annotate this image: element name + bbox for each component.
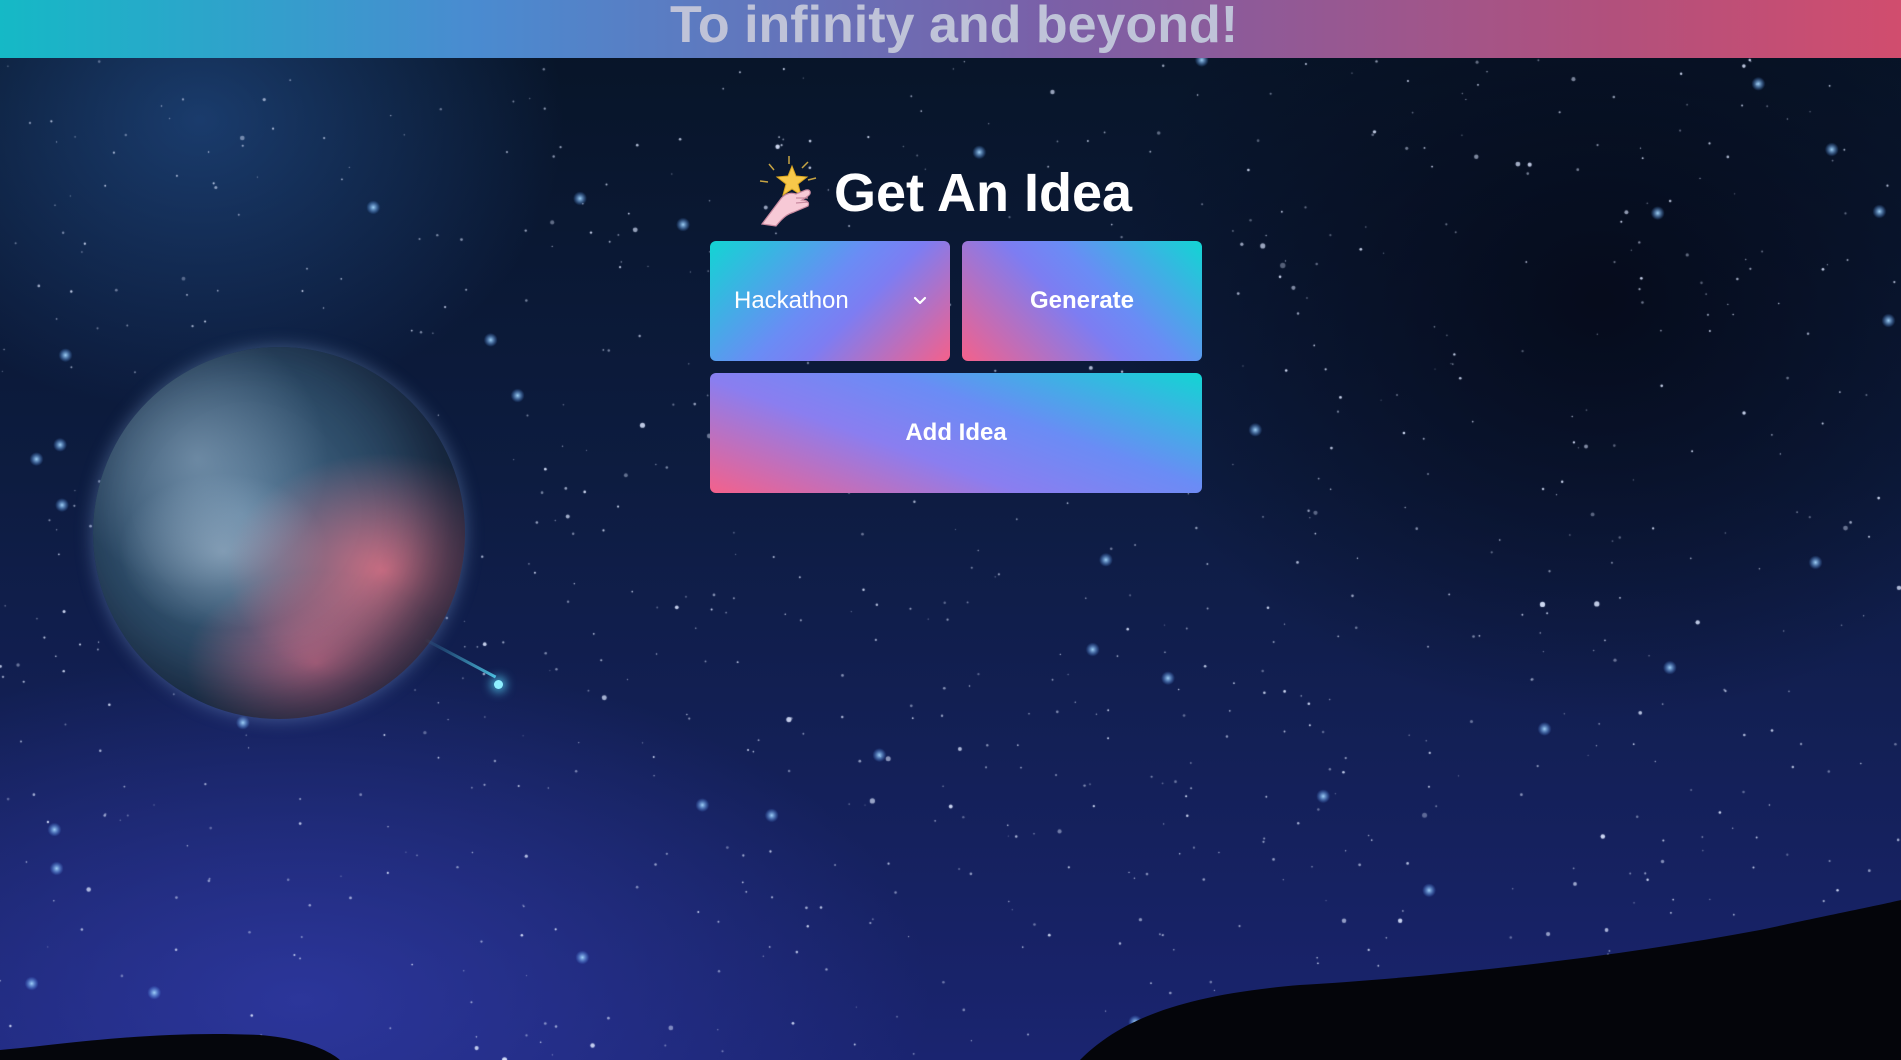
page-title: Get An Idea <box>834 163 1133 223</box>
add-idea-button-label: Add Idea <box>905 419 1007 446</box>
category-select-value: Hackathon <box>734 287 849 314</box>
banner-title: To infinity and beyond! <box>669 0 1239 54</box>
generate-button[interactable]: Generate <box>962 241 1202 361</box>
top-banner: To infinity and beyond! <box>0 0 1901 58</box>
add-idea-button[interactable]: Add Idea <box>710 373 1202 493</box>
page-heading: Get An Idea <box>750 156 1150 228</box>
star-in-hand-icon <box>759 156 817 227</box>
category-select[interactable]: Hackathon <box>710 241 950 361</box>
comet-head <box>494 680 503 689</box>
chevron-down-icon <box>913 296 927 305</box>
planet-illustration <box>93 347 465 719</box>
generate-button-label: Generate <box>1029 287 1135 314</box>
